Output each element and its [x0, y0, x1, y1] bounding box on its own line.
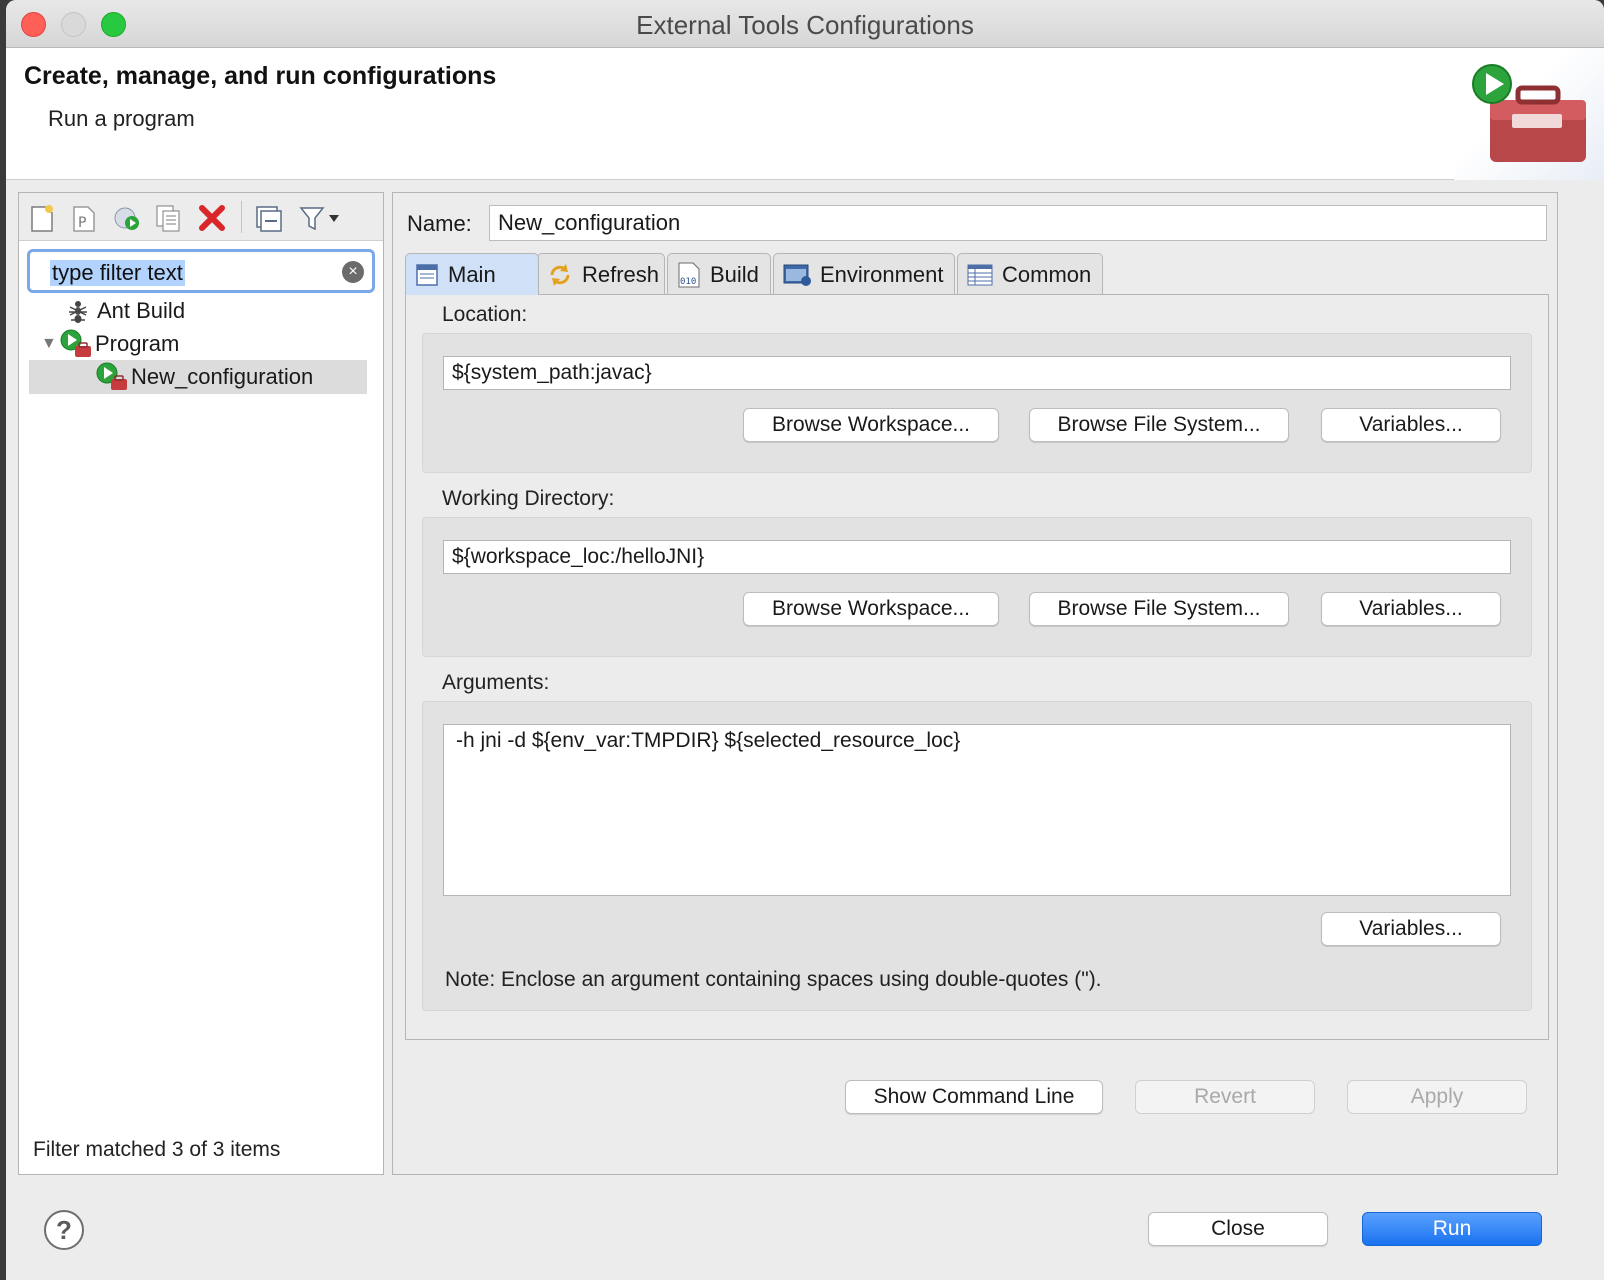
- apply-button[interactable]: Apply: [1347, 1080, 1527, 1114]
- config-toolbar: P: [19, 193, 383, 241]
- expanded-twisty-icon[interactable]: ▼: [41, 335, 59, 353]
- new-config-button[interactable]: [25, 201, 59, 235]
- program-run-icon: [96, 362, 127, 390]
- location-group: ${system_path:javac} Browse Workspace...…: [422, 333, 1532, 473]
- delete-icon: [199, 205, 225, 231]
- main-tab-icon: [416, 263, 438, 286]
- toolbox-run-icon: [1472, 64, 1586, 162]
- tab-label: Environment: [820, 261, 944, 287]
- filter-input[interactable]: type filter text ×: [27, 249, 375, 293]
- tab-label: Build: [710, 261, 759, 287]
- external-tools-window: External Tools Configurations Create, ma…: [6, 0, 1604, 1280]
- new-prototype-button[interactable]: P: [67, 201, 101, 235]
- configuration-editor-panel: Name: New_configuration Main Refresh 010…: [392, 192, 1558, 1175]
- tree-item-program[interactable]: ▼ Program: [41, 327, 179, 361]
- export-icon: [114, 207, 139, 230]
- svg-text:P: P: [78, 215, 86, 231]
- tree-item-label: Ant Build: [97, 298, 186, 323]
- working-directory-field[interactable]: ${workspace_loc:/helloJNI}: [443, 540, 1511, 574]
- configuration-list-panel: P type filter text × Ant Build ▼ Program…: [18, 192, 384, 1175]
- config-tabs: Main Refresh 010 Build Environment Commo…: [405, 253, 1549, 295]
- location-variables-button[interactable]: Variables...: [1321, 408, 1501, 442]
- new-file-icon: [31, 205, 53, 232]
- tab-refresh[interactable]: Refresh: [537, 253, 665, 295]
- dropdown-arrow-icon: [329, 215, 339, 222]
- tree-item-ant-build[interactable]: Ant Build: [65, 294, 185, 328]
- common-table-icon: [967, 264, 993, 285]
- working-directory-group: ${workspace_loc:/helloJNI} Browse Worksp…: [422, 517, 1532, 657]
- delete-config-button[interactable]: [195, 201, 229, 235]
- workdir-browse-file-system-button[interactable]: Browse File System...: [1029, 592, 1289, 626]
- filter-menu-button[interactable]: [323, 201, 345, 235]
- export-config-button[interactable]: [109, 201, 143, 235]
- svg-text:010: 010: [680, 277, 696, 287]
- tree-item-label: Program: [95, 331, 180, 356]
- duplicate-icon: [156, 205, 180, 232]
- location-browse-workspace-button[interactable]: Browse Workspace...: [743, 408, 999, 442]
- tab-common[interactable]: Common: [957, 253, 1103, 295]
- collapse-all-icon: [256, 206, 282, 232]
- main-tab-content: Location: ${system_path:javac} Browse Wo…: [405, 294, 1549, 1040]
- window-title: External Tools Configurations: [636, 10, 974, 40]
- collapse-all-button[interactable]: [251, 201, 285, 235]
- arguments-textarea[interactable]: -h jni -d ${env_var:TMPDIR} ${selected_r…: [443, 724, 1511, 896]
- prototype-icon: P: [73, 206, 95, 232]
- tab-environment[interactable]: Environment: [773, 253, 955, 295]
- tab-label: Main: [448, 261, 496, 287]
- arguments-note: Note: Enclose an argument containing spa…: [445, 968, 1102, 991]
- arguments-label: Arguments:: [442, 671, 550, 694]
- tab-main[interactable]: Main: [405, 253, 539, 295]
- revert-button[interactable]: Revert: [1135, 1080, 1315, 1114]
- arguments-group: -h jni -d ${env_var:TMPDIR} ${selected_r…: [422, 701, 1532, 1011]
- arguments-variables-button[interactable]: Variables...: [1321, 912, 1501, 946]
- tree-item-label: New_configuration: [131, 364, 314, 389]
- program-run-icon: [60, 329, 91, 357]
- header-title: Create, manage, and run configurations: [24, 62, 497, 90]
- build-binary-icon: 010: [678, 262, 700, 287]
- workdir-variables-button[interactable]: Variables...: [1321, 592, 1501, 626]
- duplicate-config-button[interactable]: [151, 201, 185, 235]
- working-directory-label: Working Directory:: [442, 487, 615, 510]
- tab-label: Refresh: [582, 261, 660, 287]
- location-label: Location:: [442, 303, 528, 326]
- filter-input-text[interactable]: type filter text: [50, 260, 185, 286]
- header-banner: [1454, 48, 1604, 180]
- location-field[interactable]: ${system_path:javac}: [443, 356, 1511, 390]
- tab-label: Common: [1002, 261, 1092, 287]
- header-subtitle: Run a program: [48, 106, 195, 131]
- refresh-icon: [550, 263, 570, 286]
- help-icon[interactable]: ?: [44, 1210, 84, 1250]
- tab-build[interactable]: 010 Build: [667, 253, 771, 295]
- run-button[interactable]: Run: [1362, 1212, 1542, 1246]
- toolbar-divider: [241, 201, 242, 233]
- ant-icon: [69, 301, 87, 323]
- dialog-header: Create, manage, and run configurations R…: [6, 48, 1604, 180]
- show-command-line-button[interactable]: Show Command Line: [845, 1080, 1103, 1114]
- tree-item-new-configuration[interactable]: New_configuration: [29, 360, 367, 394]
- name-field[interactable]: New_configuration: [489, 205, 1547, 241]
- filter-status: Filter matched 3 of 3 items: [33, 1138, 281, 1161]
- close-button[interactable]: Close: [1148, 1212, 1328, 1246]
- name-label: Name:: [407, 211, 472, 236]
- workdir-browse-workspace-button[interactable]: Browse Workspace...: [743, 592, 999, 626]
- clear-filter-icon[interactable]: ×: [342, 261, 364, 283]
- environment-icon: [783, 264, 811, 286]
- title-bar: External Tools Configurations: [6, 0, 1604, 48]
- location-browse-file-system-button[interactable]: Browse File System...: [1029, 408, 1289, 442]
